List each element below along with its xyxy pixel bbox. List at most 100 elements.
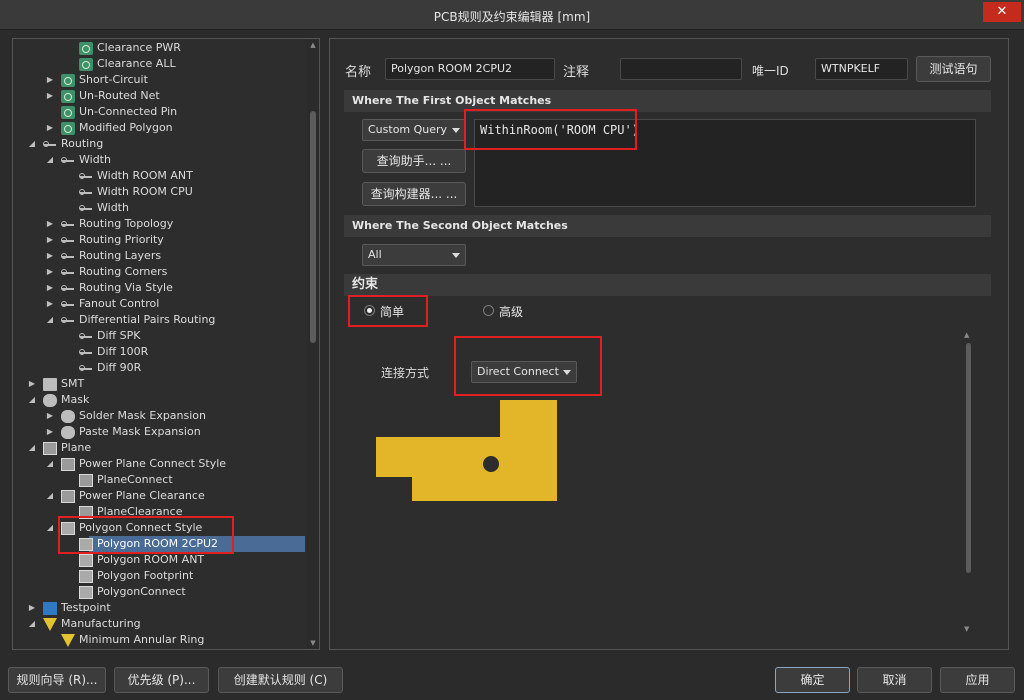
expand-arrow-icon[interactable]: ▶ (45, 280, 55, 296)
expand-arrow-icon[interactable]: ▶ (45, 216, 55, 232)
create-default-rules-button[interactable]: 创建默认规则 (C) (218, 667, 343, 693)
tree-item[interactable]: ◢ Width (13, 152, 305, 168)
advanced-radio-label[interactable]: 高级 (499, 303, 523, 320)
ok-button[interactable]: 确定 (775, 667, 850, 693)
tree-item[interactable]: ▶ Un-Routed Net (13, 88, 305, 104)
tree-item-label: Mask (61, 393, 90, 406)
tree-item-label: Polygon Footprint (97, 569, 194, 582)
close-button[interactable]: ✕ (983, 2, 1021, 22)
tree-item[interactable]: Un-Connected Pin (13, 104, 305, 120)
tree-item[interactable]: ▶ Routing Topology (13, 216, 305, 232)
tree-item[interactable]: ◢ Routing (13, 136, 305, 152)
expand-arrow-icon[interactable]: ▶ (45, 424, 55, 440)
tree-item[interactable]: ▶ SMT (13, 376, 305, 392)
tree-item[interactable]: ▶ Paste Mask Expansion (13, 424, 305, 440)
collapse-arrow-icon[interactable]: ◢ (45, 520, 55, 536)
highlight-box-tree (58, 516, 234, 554)
collapse-arrow-icon[interactable]: ◢ (45, 312, 55, 328)
polygon-icon (79, 586, 93, 599)
apply-button[interactable]: 应用 (940, 667, 1015, 693)
test-query-button[interactable]: 测试语句 (916, 56, 991, 82)
pad-icon (483, 456, 499, 472)
mask-icon (43, 394, 57, 407)
collapse-arrow-icon[interactable]: ◢ (27, 392, 37, 408)
expand-arrow-icon[interactable]: ▶ (45, 248, 55, 264)
expand-arrow-icon[interactable]: ▶ (45, 408, 55, 424)
collapse-arrow-icon[interactable]: ◢ (27, 136, 37, 152)
tree-item[interactable]: ▶ Testpoint (13, 600, 305, 616)
tree-item[interactable]: Polygon Footprint (13, 568, 305, 584)
tree-item[interactable]: ◢ Power Plane Clearance (13, 488, 305, 504)
advanced-radio[interactable] (483, 305, 494, 316)
scroll-up-icon[interactable]: ▲ (309, 41, 317, 49)
routing-icon (61, 154, 75, 167)
expand-arrow-icon[interactable]: ▶ (45, 232, 55, 248)
expand-arrow-icon[interactable]: ▶ (27, 600, 37, 616)
scroll-up-icon[interactable]: ▲ (964, 331, 969, 339)
comment-field[interactable] (620, 58, 742, 80)
expand-arrow-icon[interactable]: ▶ (45, 264, 55, 280)
priorities-button[interactable]: 优先级 (P)... (114, 667, 209, 693)
tree-item[interactable]: Width (13, 200, 305, 216)
tree-scroll-thumb[interactable] (310, 111, 316, 343)
constraints-scrollbar[interactable]: ▲ ▼ (964, 331, 974, 633)
query-helper-button[interactable]: 查询助手... ... (362, 149, 466, 173)
second-match-mode-select[interactable]: All (362, 244, 466, 266)
tree-item[interactable]: ▶ Short-Circuit (13, 72, 305, 88)
tree-item[interactable]: Width ROOM ANT (13, 168, 305, 184)
tree-item-label: Solder Mask Expansion (79, 409, 207, 422)
expand-arrow-icon[interactable]: ▶ (45, 72, 55, 88)
tree-item[interactable]: PolygonConnect (13, 584, 305, 600)
tree-item[interactable]: ▶ Modified Polygon (13, 120, 305, 136)
tree-item[interactable]: ▶ Routing Layers (13, 248, 305, 264)
tree-item[interactable]: Diff 90R (13, 360, 305, 376)
tree-item[interactable]: ◢ Power Plane Connect Style (13, 456, 305, 472)
scroll-down-icon[interactable]: ▼ (309, 639, 317, 647)
expand-arrow-icon[interactable]: ▶ (45, 120, 55, 136)
cancel-button[interactable]: 取消 (857, 667, 932, 693)
plane-icon (61, 458, 75, 471)
tree-item[interactable]: ▶ Routing Via Style (13, 280, 305, 296)
tree-item[interactable]: Diff SPK (13, 328, 305, 344)
tree-item[interactable]: ◢ Differential Pairs Routing (13, 312, 305, 328)
tree-item-label: Modified Polygon (79, 121, 173, 134)
uid-label: 唯一ID (752, 64, 789, 78)
tree-item[interactable]: PlaneConnect (13, 472, 305, 488)
tree-item[interactable]: ▶ Solder Mask Expansion (13, 408, 305, 424)
tree-item[interactable]: ◢ Mask (13, 392, 305, 408)
tree-scrollbar[interactable]: ▲ ▼ (307, 39, 319, 649)
tree-item[interactable]: Polygon ROOM ANT (13, 552, 305, 568)
rule-wizard-button[interactable]: 规则向导 (R)... (8, 667, 106, 693)
tree-item[interactable]: ◢ Plane (13, 440, 305, 456)
name-field[interactable]: Polygon ROOM 2CPU2 (385, 58, 555, 80)
collapse-arrow-icon[interactable]: ◢ (27, 440, 37, 456)
uid-field[interactable]: WTNPKELF (815, 58, 908, 80)
collapse-arrow-icon[interactable]: ◢ (27, 616, 37, 632)
tree-item[interactable]: Width ROOM CPU (13, 184, 305, 200)
tree-item[interactable]: ◢ Manufacturing (13, 616, 305, 632)
tree-item[interactable]: Minimum Annular Ring (13, 632, 305, 648)
collapse-arrow-icon[interactable]: ◢ (45, 152, 55, 168)
collapse-arrow-icon[interactable]: ◢ (45, 456, 55, 472)
tree-item[interactable]: Diff 100R (13, 344, 305, 360)
tree-item[interactable]: ▶ Routing Priority (13, 232, 305, 248)
constraints-scroll-thumb[interactable] (966, 343, 971, 573)
expand-arrow-icon[interactable]: ▶ (27, 376, 37, 392)
tree-item[interactable]: ▶ Fanout Control (13, 296, 305, 312)
first-match-mode-select[interactable]: Custom Query (362, 119, 466, 141)
first-match-header: Where The First Object Matches (344, 90, 991, 112)
tree-item[interactable]: Clearance PWR (13, 40, 305, 56)
tree-item[interactable]: ▶ Routing Corners (13, 264, 305, 280)
collapse-arrow-icon[interactable]: ◢ (45, 488, 55, 504)
tree-item-label: Routing Via Style (79, 281, 173, 294)
scroll-down-icon[interactable]: ▼ (964, 625, 969, 633)
rule-tree[interactable]: Clearance PWR Clearance ALL ▶ Short-Circuit… (12, 38, 320, 650)
expand-arrow-icon[interactable]: ▶ (45, 88, 55, 104)
tree-item-label: Polygon ROOM ANT (97, 553, 205, 566)
tree-item[interactable]: Clearance ALL (13, 56, 305, 72)
routing-icon (61, 250, 75, 263)
query-builder-button[interactable]: 查询构建器... ... (362, 182, 466, 206)
expand-arrow-icon[interactable]: ▶ (45, 296, 55, 312)
tree-item-label: Differential Pairs Routing (79, 313, 216, 326)
tree-item-label: Testpoint (61, 601, 111, 614)
